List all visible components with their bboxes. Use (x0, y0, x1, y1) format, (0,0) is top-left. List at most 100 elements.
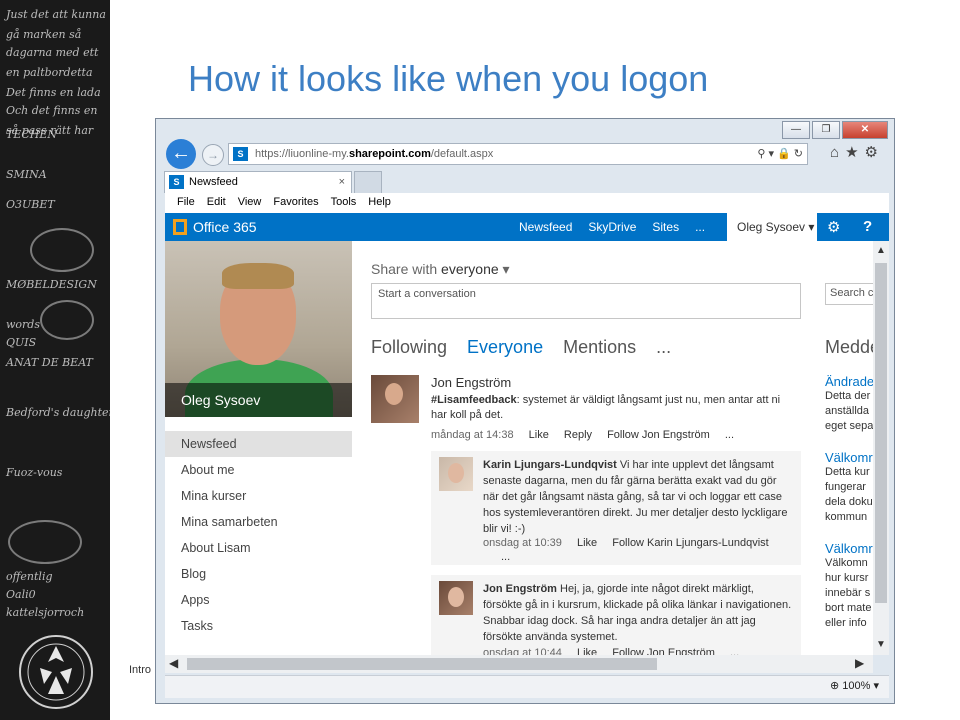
like-link[interactable]: Like (577, 537, 597, 549)
nav-about-me[interactable]: About me (165, 457, 352, 483)
slide-footer: Intro (129, 664, 152, 676)
avatar[interactable] (439, 581, 473, 615)
follow-link[interactable]: Follow Jon Engström (607, 429, 710, 441)
suite-nav-sites[interactable]: Sites (652, 220, 679, 234)
nav-about-lisam[interactable]: About Lisam (165, 535, 352, 561)
announcement-text: Detta kur (825, 466, 870, 478)
tab-more[interactable]: ... (656, 337, 671, 358)
zoom-level: 100% (842, 680, 871, 692)
announcement-link[interactable]: Välkomr (825, 541, 875, 556)
address-bar[interactable]: S https://liuonline-my.sharepoint.com/de… (228, 143, 808, 165)
announcement-text: innebär s (825, 587, 871, 599)
user-menu[interactable]: Oleg Sysoev ▾ (727, 213, 817, 241)
follow-link[interactable]: Follow Karin Ljungars-Lundqvist (612, 537, 769, 549)
window-controls: — ❐ ✕ (780, 121, 888, 139)
back-arrow-icon[interactable]: ← (166, 139, 196, 169)
nav-mina-samarbeten[interactable]: Mina samarbeten (165, 509, 352, 535)
chalk-text-line: O3UBET (6, 198, 55, 211)
announcement-text: bort mate (825, 602, 872, 614)
settings-gear-icon[interactable]: ⚙ (827, 218, 840, 236)
menu-view[interactable]: View (238, 193, 262, 213)
announcement-text: anställda (825, 405, 870, 417)
horizontal-scrollbar[interactable]: ◀ ▶ (165, 655, 873, 673)
reply-time: onsdag at 10:44 (483, 647, 562, 655)
announcement-link[interactable]: Välkomr (825, 450, 875, 465)
announcements-title: Medde (825, 337, 875, 357)
close-icon[interactable]: × (339, 172, 345, 192)
more-link[interactable]: ... (725, 429, 734, 441)
star-icon[interactable]: ★ (845, 144, 864, 161)
post-author[interactable]: Jon Engström (431, 375, 511, 390)
like-link[interactable]: Like (529, 429, 549, 441)
conversation-input[interactable]: Start a conversation (371, 283, 801, 319)
search-input[interactable]: Search co (825, 283, 875, 305)
like-link[interactable]: Like (577, 647, 597, 655)
menu-file[interactable]: File (177, 193, 195, 213)
tab-everyone[interactable]: Everyone (467, 337, 543, 358)
navigation-bar: ← → S https://liuonline-my.sharepoint.co… (162, 139, 888, 171)
post-time: måndag at 14:38 (431, 429, 514, 441)
scroll-up-icon[interactable]: ▲ (876, 245, 886, 256)
chalkboard-strip: Just det att kunna gå marken så dagarna me… (0, 0, 110, 720)
nav-blog[interactable]: Blog (165, 561, 352, 587)
scroll-thumb[interactable] (187, 658, 657, 670)
follow-link[interactable]: Follow Jon Engström (612, 647, 715, 655)
reply-meta: onsdag at 10:44 Like Follow Jon Engström… (483, 647, 739, 655)
tab-mentions[interactable]: Mentions (563, 337, 636, 358)
reply-text: Jon Engström Hej, ja, gjorde inte något … (483, 583, 792, 643)
suite-nav: Newsfeed SkyDrive Sites ... (519, 220, 721, 234)
nav-tasks[interactable]: Tasks (165, 613, 352, 639)
menu-edit[interactable]: Edit (207, 193, 226, 213)
menu-bar: File Edit View Favorites Tools Help (165, 193, 889, 214)
suite-nav-newsfeed[interactable]: Newsfeed (519, 220, 572, 234)
reply-item: Jon Engström Hej, ja, gjorde inte något … (431, 575, 801, 655)
tab-newsfeed[interactable]: S Newsfeed × (164, 171, 352, 193)
menu-favorites[interactable]: Favorites (273, 193, 318, 213)
announcement-text: kommun (825, 511, 868, 523)
scroll-right-icon[interactable]: ▶ (855, 656, 864, 670)
post-text: #Lisamfeedback: systemet är väldigt lång… (431, 394, 781, 421)
address-bar-icons[interactable]: ⚲ ▾ 🔒 ↻ (757, 144, 803, 164)
office365-logo-icon (173, 219, 187, 235)
chalk-doodle (8, 520, 82, 564)
restore-button[interactable]: ❐ (812, 121, 840, 139)
suite-nav-skydrive[interactable]: SkyDrive (588, 220, 636, 234)
help-icon[interactable]: ? (863, 218, 872, 235)
home-icon[interactable]: ⌂ (830, 144, 845, 161)
more-link[interactable]: ... (730, 647, 739, 655)
menu-help[interactable]: Help (368, 193, 391, 213)
nav-newsfeed[interactable]: Newsfeed (165, 431, 352, 457)
announcement-text: fungerar (825, 481, 866, 493)
scroll-down-icon[interactable]: ▼ (876, 639, 886, 650)
share-with-selector[interactable]: Share with everyone ▾ (371, 261, 510, 278)
avatar[interactable] (439, 457, 473, 491)
forward-arrow-icon[interactable]: → (202, 144, 224, 166)
chalk-text-line: Fuoz-vous (6, 466, 63, 479)
gear-icon[interactable]: ⚙ (865, 144, 884, 161)
photo-hair (222, 263, 294, 289)
profile-photo[interactable]: Oleg Sysoev (165, 241, 352, 417)
feed-tabs: Following Everyone Mentions ... (371, 337, 691, 358)
more-link[interactable]: ... (501, 551, 510, 563)
minimize-button[interactable]: — (782, 121, 810, 139)
tab-following[interactable]: Following (371, 337, 447, 358)
office365-brand[interactable]: Office 365 (193, 219, 257, 235)
announcement-text: hur kursr (825, 572, 869, 584)
close-button[interactable]: ✕ (842, 121, 888, 139)
new-tab-button[interactable] (354, 171, 382, 193)
vertical-scrollbar[interactable]: ▲ ▼ (873, 241, 889, 655)
scroll-left-icon[interactable]: ◀ (169, 656, 178, 670)
suite-nav-more[interactable]: ... (695, 220, 705, 234)
nav-mina-kurser[interactable]: Mina kurser (165, 483, 352, 509)
avatar[interactable] (371, 375, 419, 423)
nav-apps[interactable]: Apps (165, 587, 352, 613)
announcement-link[interactable]: Ändrade (825, 374, 875, 389)
menu-tools[interactable]: Tools (331, 193, 357, 213)
zoom-control[interactable]: ⊕ 100% ▾ (830, 679, 879, 692)
chalk-doodle (30, 228, 94, 272)
url-text: https://liuonline-my.sharepoint.com/defa… (255, 148, 494, 160)
announcement-text: eller info (825, 617, 867, 629)
chalk-text-line: Det finns en lada (6, 86, 101, 99)
scroll-thumb[interactable] (875, 263, 887, 603)
reply-link[interactable]: Reply (564, 429, 592, 441)
